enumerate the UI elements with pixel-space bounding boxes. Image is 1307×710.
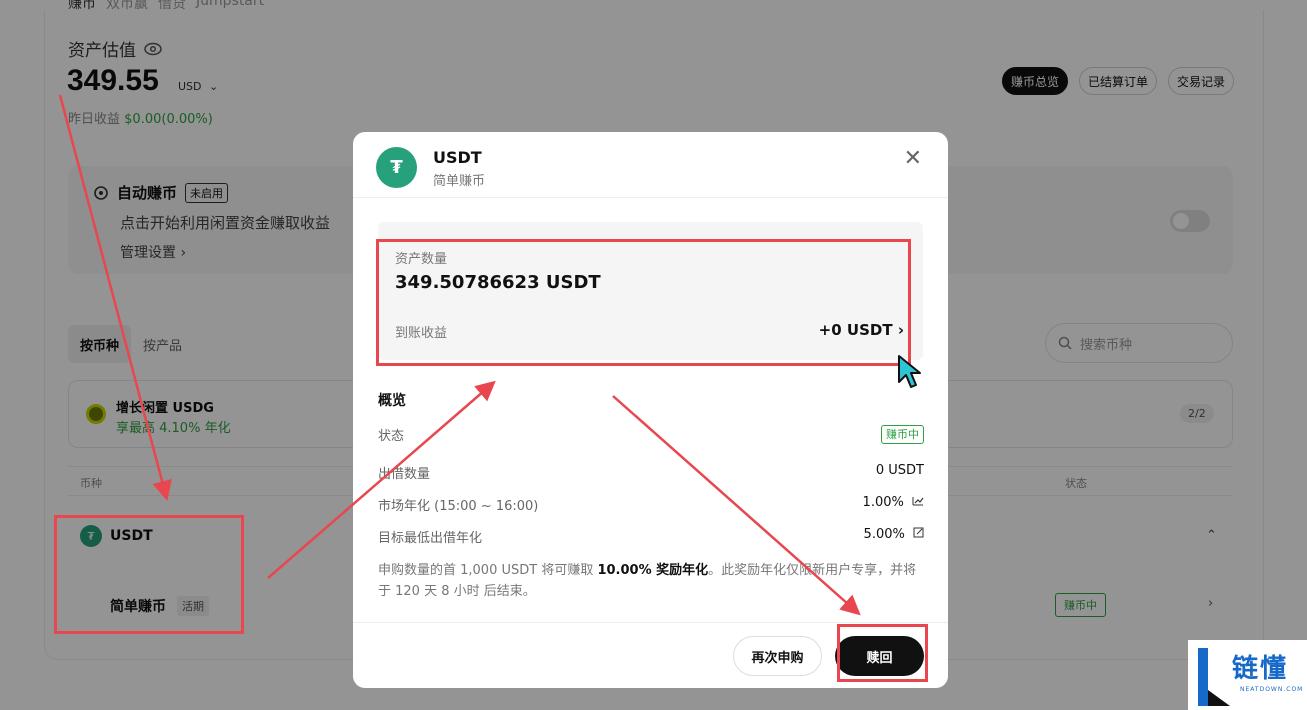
tether-logo-icon: ₮: [376, 147, 417, 188]
row-value: 5.00%: [863, 527, 905, 542]
row-value: 0 USDT: [875, 463, 924, 478]
modal-subtitle: 简单赚币: [433, 174, 486, 189]
edit-icon: [913, 527, 924, 538]
note-highlight: 10.00% 奖励年化: [597, 563, 709, 578]
highlight-usdt-row: [54, 515, 244, 634]
highlight-asset-box: [376, 239, 911, 366]
watermark-cn: 链懂: [1232, 654, 1289, 684]
usdt-detail-modal: ₮ USDT 简单赚币 ✕ 资产数量 349.50786623 USDT 到账收…: [353, 132, 948, 688]
overview-row-market-apr: 市场年化 (15:00 ~ 16:00) 1.00%: [378, 495, 924, 514]
overview-row-min-apr: 目标最低出借年化 5.00%: [378, 527, 924, 546]
reward-note: 申购数量的首 1,000 USDT 将可赚取 10.00% 奖励年化。此奖励年化…: [378, 560, 928, 602]
watermark-en: NEATDOWN.COM: [1240, 686, 1304, 693]
overview-row-status: 状态 赚币中: [378, 425, 924, 444]
row-label: 状态: [378, 429, 405, 444]
neatdown-logo-icon: [1198, 648, 1230, 706]
row-label: 出借数量: [378, 467, 431, 482]
subscribe-again-button[interactable]: 再次申购: [733, 636, 822, 676]
row-label: 市场年化 (15:00 ~ 16:00): [378, 499, 539, 514]
row-value: 1.00%: [862, 495, 904, 510]
status-badge: 赚币中: [881, 425, 924, 444]
modal-header: ₮ USDT 简单赚币 ✕: [353, 132, 948, 198]
row-label: 目标最低出借年化: [378, 531, 483, 546]
mouse-cursor-icon: [898, 355, 921, 388]
row-value-wrap[interactable]: 5.00%: [864, 527, 924, 542]
modal-title: USDT: [433, 148, 482, 167]
note-text: 申购数量的首 1,000 USDT 将可赚取: [378, 563, 598, 578]
overview-title: 概览: [378, 393, 406, 409]
highlight-redeem-button: [837, 624, 928, 682]
trend-chart-icon: [912, 497, 924, 506]
row-value-wrap[interactable]: 1.00%: [863, 495, 924, 510]
watermark-logo: 链懂 NEATDOWN.COM: [1188, 640, 1307, 710]
modal-footer-divider: [353, 622, 948, 623]
close-icon[interactable]: ✕: [904, 146, 922, 171]
overview-row-lent: 出借数量 0 USDT: [378, 463, 924, 482]
